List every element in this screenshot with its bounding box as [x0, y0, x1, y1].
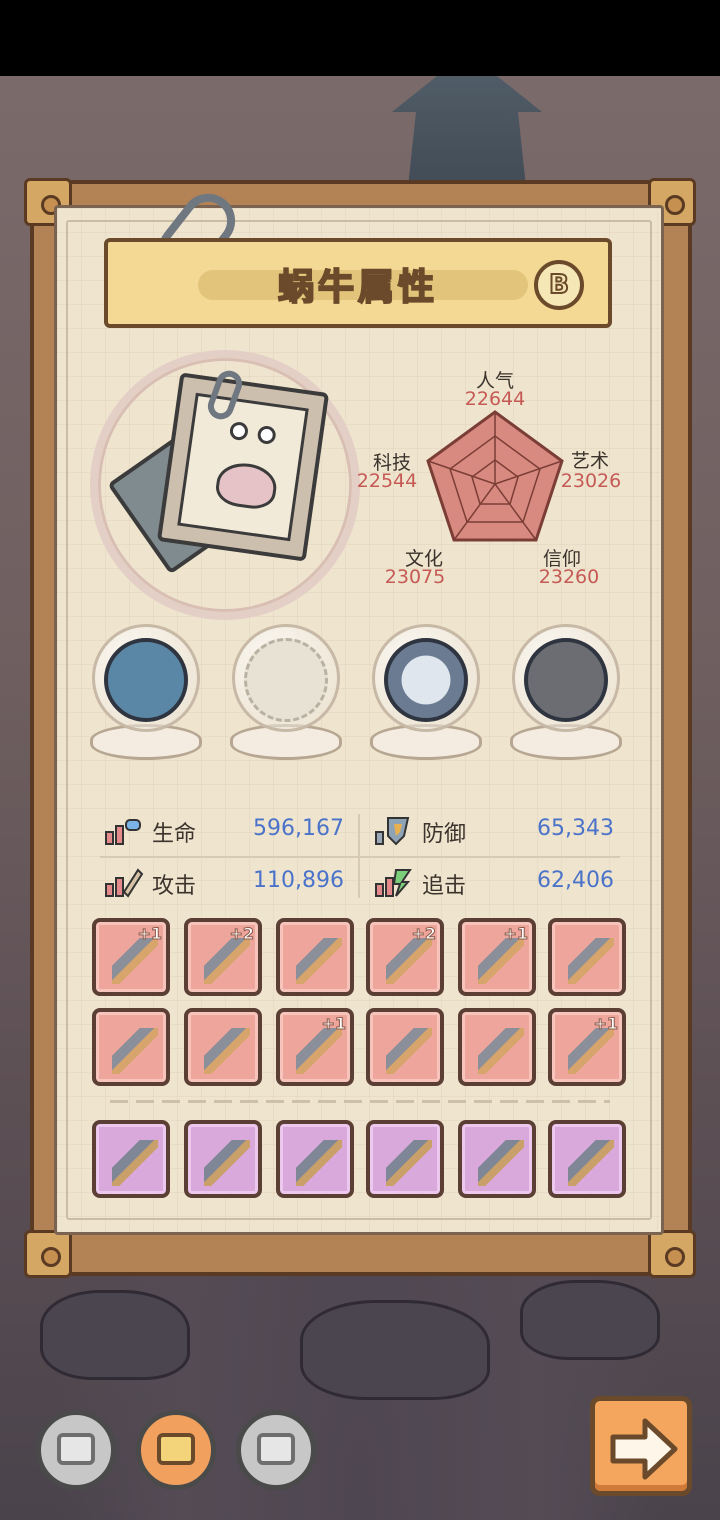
equipment-slot[interactable]: +1 — [276, 1008, 354, 1086]
helmet-icon — [296, 1028, 342, 1074]
stat-value: 62,406 — [537, 868, 614, 893]
arrow-right-icon — [610, 1418, 678, 1480]
spear-icon — [386, 1140, 432, 1186]
radar-label-art: 艺术 — [570, 450, 609, 472]
gauntlet-icon — [568, 1140, 614, 1186]
accessory-slot[interactable] — [548, 1120, 626, 1198]
stat-label: 生命 — [152, 822, 197, 847]
empty-shell-slot-icon — [244, 638, 328, 722]
background-rock — [300, 1300, 490, 1400]
longsword-icon — [112, 1028, 158, 1074]
upgrade-level: +1 — [137, 924, 163, 944]
status-bar — [0, 0, 720, 76]
upgrade-level: +2 — [229, 924, 255, 944]
upgrade-level: +1 — [321, 1014, 347, 1034]
stat-label: 攻击 — [152, 874, 197, 899]
rocket-sword-icon — [386, 938, 432, 984]
radar-value-art: 23026 — [560, 470, 622, 492]
chase-stat-icon — [375, 869, 412, 897]
radar-value-tech: 22544 — [356, 470, 418, 492]
stat-label: 追击 — [422, 874, 467, 899]
relic-slot-3[interactable] — [366, 624, 486, 764]
pagoda-tower — [392, 76, 542, 196]
equipment-slot[interactable]: +1 — [548, 1008, 626, 1086]
accessory-slot[interactable] — [276, 1120, 354, 1198]
equipment-slot[interactable] — [276, 918, 354, 996]
relic-slot-2[interactable] — [226, 624, 346, 764]
accessory-slot[interactable] — [458, 1120, 536, 1198]
stat-def: 防御 65,343 — [370, 810, 620, 850]
belt-icon — [386, 1028, 432, 1074]
frame-corner — [24, 1230, 72, 1278]
map-icon — [257, 1433, 295, 1465]
equipment-slot[interactable]: +2 — [366, 918, 444, 996]
radar-value-culture: 23075 — [384, 566, 446, 588]
equipment-slot[interactable] — [92, 1008, 170, 1086]
snail-portrait[interactable] — [156, 372, 330, 562]
next-button[interactable] — [590, 1396, 692, 1496]
page-title: 蜗牛属性 — [277, 266, 438, 309]
snail-eye-icon — [256, 424, 277, 446]
hp-stat-icon — [105, 819, 141, 845]
hammer-icon — [568, 938, 614, 984]
katana-icon — [478, 1140, 524, 1186]
grid-separator — [110, 1100, 610, 1103]
stat-value: 596,167 — [253, 816, 344, 841]
stat-chase: 追击 62,406 — [370, 862, 620, 902]
attribute-tab-icon — [157, 1433, 195, 1465]
grade-badge[interactable]: B — [534, 260, 584, 310]
monster-relic-icon — [104, 638, 188, 722]
accessory-slot[interactable] — [366, 1120, 444, 1198]
equipment-slot[interactable] — [184, 1008, 262, 1086]
upgrade-level: +2 — [411, 924, 437, 944]
glove-icon — [478, 1028, 524, 1074]
accessory-slot[interactable] — [92, 1120, 170, 1198]
equipment-slot[interactable] — [458, 1008, 536, 1086]
radar-value-faith: 23260 — [538, 566, 600, 588]
crossbow-icon — [296, 938, 342, 984]
upgrade-level: +1 — [503, 924, 529, 944]
stats-divider — [100, 856, 620, 858]
title-banner: 蜗牛属性 B — [104, 238, 612, 328]
tab-button-3[interactable] — [236, 1410, 316, 1490]
relic-slot-1[interactable] — [86, 624, 206, 764]
tab-button-2[interactable] — [136, 1410, 216, 1490]
equipment-slot[interactable] — [548, 918, 626, 996]
compass-relic-icon — [384, 638, 468, 722]
relic-slot-4[interactable] — [506, 624, 626, 764]
drum-icon — [568, 1028, 614, 1074]
snail-eye-icon — [228, 420, 250, 442]
snail-icon — [213, 459, 280, 512]
stat-value: 65,343 — [537, 816, 614, 841]
stat-hp: 生命 596,167 — [100, 810, 350, 850]
accessory-slot[interactable] — [184, 1120, 262, 1198]
equipment-slot[interactable]: +1 — [92, 918, 170, 996]
portrait-inner — [177, 392, 309, 542]
upgrade-level: +1 — [593, 1014, 619, 1034]
frame-corner — [648, 1230, 696, 1278]
attribute-radar: 人气 22644 艺术 23026 科技 22544 文化 23075 信仰 2… — [350, 362, 640, 602]
stat-atk: 攻击 110,896 — [100, 862, 350, 902]
stat-label: 防御 — [422, 822, 467, 847]
background-rock — [520, 1280, 660, 1360]
equipment-slot[interactable] — [366, 1008, 444, 1086]
equipment-slot[interactable]: +2 — [184, 918, 262, 996]
serpent-staff-icon — [478, 938, 524, 984]
defense-stat-icon — [375, 817, 410, 846]
axe-icon — [204, 1028, 250, 1074]
scroll-icon — [296, 1140, 342, 1186]
sword-icon — [204, 938, 250, 984]
stat-value: 110,896 — [253, 868, 344, 893]
radar-value-popularity: 22644 — [464, 388, 526, 410]
chest-icon — [204, 1140, 250, 1186]
attack-stat-icon — [105, 868, 144, 898]
mace-icon — [112, 1140, 158, 1186]
combat-stats: 生命 596,167 防御 65,343 攻击 110,896 追击 62,40… — [100, 808, 620, 904]
dagger-icon — [112, 938, 158, 984]
book-icon — [57, 1433, 95, 1465]
meteor-relic-icon — [524, 638, 608, 722]
tab-button-1[interactable] — [36, 1410, 116, 1490]
equipment-slot[interactable]: +1 — [458, 918, 536, 996]
background-rock — [40, 1290, 190, 1380]
